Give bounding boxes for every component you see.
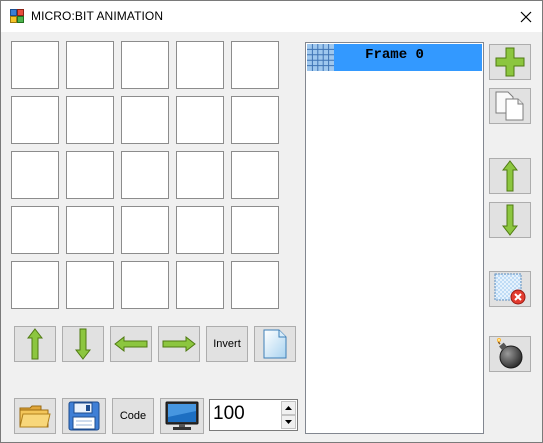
floppy-icon bbox=[68, 401, 100, 431]
open-button[interactable] bbox=[14, 398, 56, 434]
led-cell[interactable] bbox=[66, 206, 114, 254]
led-cell[interactable] bbox=[66, 151, 114, 199]
add-frame-button[interactable] bbox=[489, 44, 531, 80]
led-cell[interactable] bbox=[66, 41, 114, 89]
led-cell[interactable] bbox=[121, 96, 169, 144]
move-frame-up-button[interactable] bbox=[489, 158, 531, 194]
led-cell[interactable] bbox=[121, 261, 169, 309]
led-cell[interactable] bbox=[66, 96, 114, 144]
duplicate-frame-button[interactable] bbox=[489, 88, 531, 124]
arrow-down-icon bbox=[502, 204, 518, 236]
code-label: Code bbox=[119, 410, 147, 422]
led-cell[interactable] bbox=[11, 151, 59, 199]
led-cell[interactable] bbox=[176, 96, 224, 144]
arrow-left-icon bbox=[114, 336, 148, 352]
led-cell[interactable] bbox=[11, 206, 59, 254]
delete-frame-button[interactable] bbox=[489, 271, 531, 307]
led-cell[interactable] bbox=[66, 261, 114, 309]
led-cell[interactable] bbox=[121, 151, 169, 199]
spinner-up-button[interactable] bbox=[281, 401, 296, 415]
frame-list[interactable]: Frame 0 bbox=[305, 42, 484, 434]
folder-icon bbox=[19, 405, 51, 428]
led-cell[interactable] bbox=[231, 151, 279, 199]
led-cell[interactable] bbox=[176, 151, 224, 199]
app-window: MICRO:BIT ANIMATION Invert Code 100 Fram… bbox=[0, 0, 543, 443]
clear-all-frames-button[interactable] bbox=[489, 336, 531, 372]
plus-icon bbox=[495, 47, 525, 77]
title-bar: MICRO:BIT ANIMATION bbox=[1, 1, 542, 32]
save-button[interactable] bbox=[62, 398, 106, 434]
shift-left-button[interactable] bbox=[110, 326, 152, 362]
led-cell[interactable] bbox=[121, 206, 169, 254]
shift-up-button[interactable] bbox=[14, 326, 56, 362]
delay-value: 100 bbox=[213, 403, 245, 424]
clear-frame-button[interactable] bbox=[254, 326, 296, 362]
frame-list-item[interactable]: Frame 0 bbox=[307, 44, 482, 71]
delay-spinner[interactable]: 100 bbox=[209, 399, 298, 431]
move-frame-down-button[interactable] bbox=[489, 202, 531, 238]
led-cell[interactable] bbox=[231, 261, 279, 309]
led-cell[interactable] bbox=[231, 206, 279, 254]
window-title: MICRO:BIT ANIMATION bbox=[31, 9, 164, 23]
led-cell[interactable] bbox=[231, 41, 279, 89]
arrow-right-icon bbox=[162, 336, 196, 352]
arrow-down-icon bbox=[75, 328, 91, 360]
led-cell[interactable] bbox=[11, 41, 59, 89]
arrow-up-icon bbox=[27, 328, 43, 360]
led-cell[interactable] bbox=[176, 261, 224, 309]
led-cell[interactable] bbox=[176, 206, 224, 254]
monitor-icon bbox=[165, 401, 199, 430]
arrow-up-icon bbox=[502, 160, 518, 192]
invert-button[interactable]: Invert bbox=[206, 326, 248, 362]
delete-frame-icon bbox=[494, 273, 526, 305]
spinner-down-button[interactable] bbox=[281, 415, 296, 429]
led-cell[interactable] bbox=[11, 261, 59, 309]
shift-right-button[interactable] bbox=[158, 326, 200, 362]
close-icon bbox=[520, 11, 531, 22]
code-button[interactable]: Code bbox=[112, 398, 154, 434]
bomb-icon bbox=[497, 338, 523, 369]
copy-icon bbox=[495, 91, 524, 121]
caret-up-icon bbox=[285, 406, 292, 410]
frame-label: Frame 0 bbox=[365, 47, 424, 63]
close-button[interactable] bbox=[509, 1, 542, 32]
led-cell[interactable] bbox=[121, 41, 169, 89]
caret-down-icon bbox=[285, 420, 292, 424]
invert-label: Invert bbox=[213, 338, 241, 350]
shift-down-button[interactable] bbox=[62, 326, 104, 362]
led-cell[interactable] bbox=[176, 41, 224, 89]
app-icon bbox=[10, 9, 24, 23]
spinner-buttons bbox=[281, 401, 296, 429]
led-cell[interactable] bbox=[231, 96, 279, 144]
preview-button[interactable] bbox=[160, 398, 204, 434]
document-icon bbox=[263, 329, 287, 359]
led-cell[interactable] bbox=[11, 96, 59, 144]
